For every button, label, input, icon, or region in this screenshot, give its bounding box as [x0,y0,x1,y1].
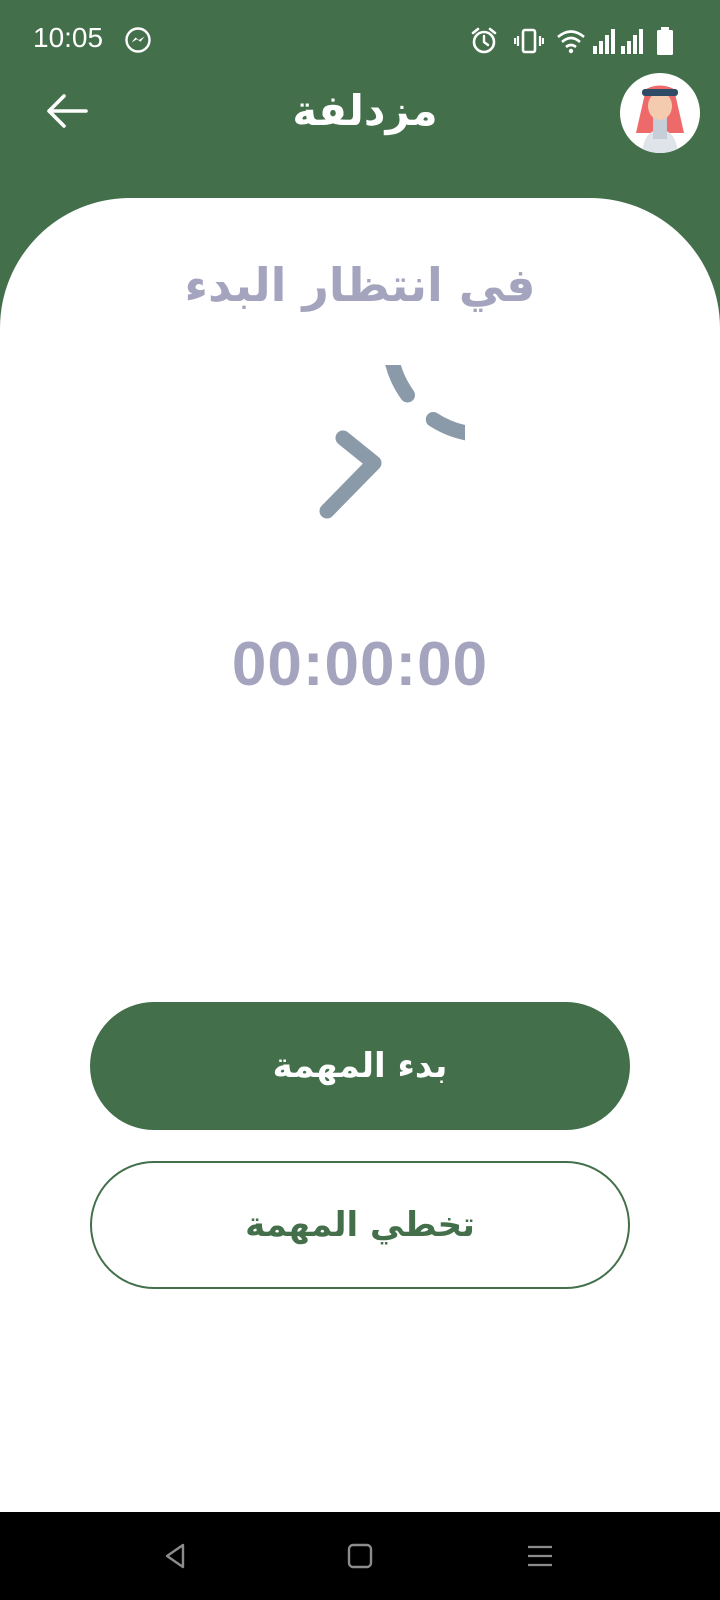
task-timer: 00:00:00 [231,630,489,699]
status-time: 10:05 [33,22,104,53]
vibrate-icon [514,28,544,54]
messenger-icon [125,27,151,53]
signal-icon [621,29,643,54]
battery-icon [657,27,673,55]
back-arrow-icon[interactable] [44,88,90,134]
wifi-icon [557,30,585,54]
page-title: مزدلفة [292,86,438,135]
play-chevron-icon[interactable] [253,365,465,577]
start-task-button[interactable]: بدء المهمة [90,1002,630,1130]
system-nav-bar [0,1512,720,1600]
status-bar: 10:05 [0,0,720,80]
back-triangle-icon[interactable] [161,1540,193,1572]
alarm-icon [471,27,497,54]
pilgrim-avatar-icon [636,85,684,153]
user-avatar[interactable] [620,73,700,153]
menu-lines-icon[interactable] [524,1540,556,1572]
home-square-icon[interactable] [344,1540,376,1572]
task-status-label: في انتظار البدء [184,258,536,312]
skip-task-button[interactable]: تخطي المهمة [90,1161,630,1289]
signal-icon [593,29,615,54]
